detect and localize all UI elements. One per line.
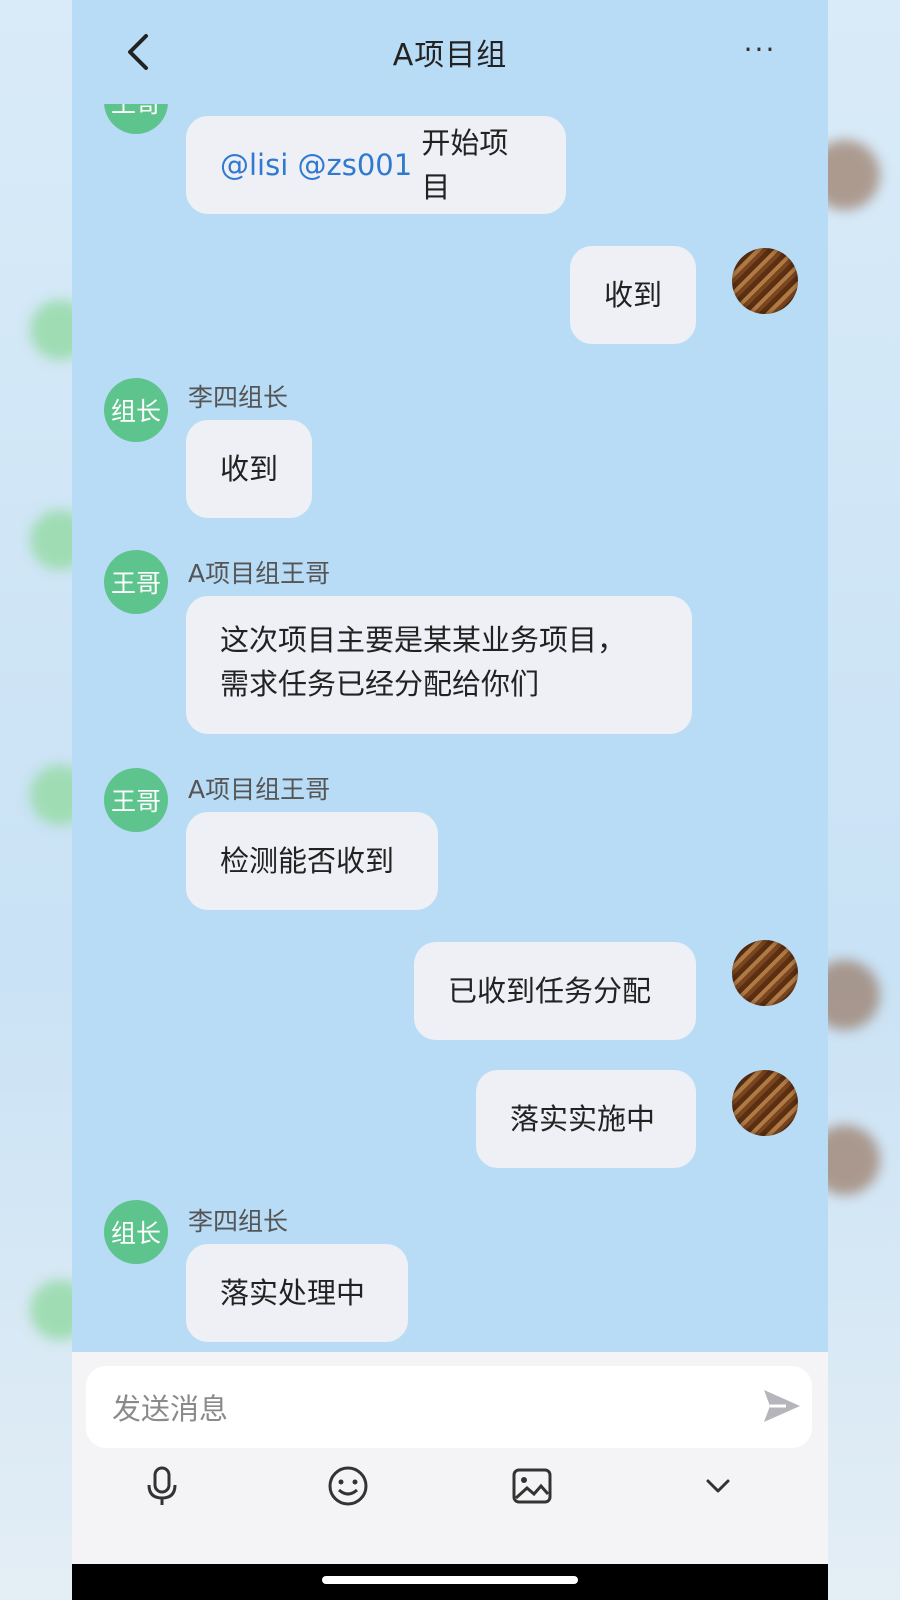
message-text: 检测能否收到 [220,844,395,878]
page-title: A项目组 [392,38,508,73]
message-text-line: 这次项目主要是某某业务项目， [220,623,627,657]
avatar[interactable] [732,940,798,1006]
message-text: 落实处理中 [220,1276,366,1310]
top-bar: A项目组 ··· [72,0,828,104]
avatar-text: 组长 [110,397,161,426]
chevron-down-icon[interactable] [696,1464,740,1508]
home-indicator[interactable] [322,1576,578,1584]
avatar[interactable]: 王哥 [104,104,168,134]
back-button[interactable] [120,30,160,74]
message-bubble[interactable]: @lisi @zs001 开始项目 [186,116,566,214]
message-bubble[interactable]: 已收到任务分配 [414,942,696,1040]
message-bubble[interactable]: 落实处理中 [186,1244,408,1342]
avatar[interactable]: 王哥 [104,768,168,832]
sender-name: A项目组王哥 [188,559,331,588]
avatar-text: 组长 [110,1219,161,1248]
input-placeholder: 发送消息 [112,1392,229,1426]
sender-name: 李四组长 [188,1207,289,1236]
message-bubble[interactable]: 这次项目主要是某某业务项目， 需求任务已经分配给你们 [186,596,692,734]
mention-link[interactable]: @zs001 [298,143,413,187]
back-arrow-icon [128,34,148,70]
send-icon[interactable] [760,1386,804,1426]
message-input[interactable]: 发送消息 [86,1366,812,1448]
message-bubble[interactable]: 收到 [570,246,696,344]
image-icon[interactable] [510,1464,554,1508]
avatar[interactable] [732,248,798,314]
message-list[interactable]: 王哥 @lisi @zs001 开始项目 收到 组长 李四组长 收到 王哥 A项… [72,104,828,1382]
input-bar: 发送消息 [72,1352,828,1564]
message-text: 收到 [604,278,663,312]
avatar[interactable]: 组长 [104,378,168,442]
emoji-icon[interactable] [326,1464,370,1508]
sender-name: 李四组长 [188,383,289,412]
message-text: 开始项目 [421,126,509,204]
message-text: 收到 [220,452,279,486]
message-text: 落实实施中 [510,1102,656,1136]
message-bubble[interactable]: 收到 [186,420,312,518]
mention-link[interactable]: @lisi [220,143,288,187]
avatar[interactable] [732,1070,798,1136]
message-bubble[interactable]: 检测能否收到 [186,812,438,910]
chat-screen: A项目组 ··· 王哥 @lisi @zs001 开始项目 收到 组长 李四组长… [72,0,828,1600]
message-bubble[interactable]: 落实实施中 [476,1070,696,1168]
microphone-icon[interactable] [140,1464,184,1508]
sender-name: A项目组王哥 [188,775,331,804]
message-text-line: 需求任务已经分配给你们 [220,667,540,701]
avatar-text: 王哥 [111,104,161,120]
message-text: 已收到任务分配 [448,974,652,1008]
avatar-text: 王哥 [110,787,161,816]
avatar-text: 王哥 [110,569,161,598]
avatar[interactable]: 王哥 [104,550,168,614]
avatar[interactable]: 组长 [104,1200,168,1264]
more-icon[interactable]: ··· [740,34,780,66]
